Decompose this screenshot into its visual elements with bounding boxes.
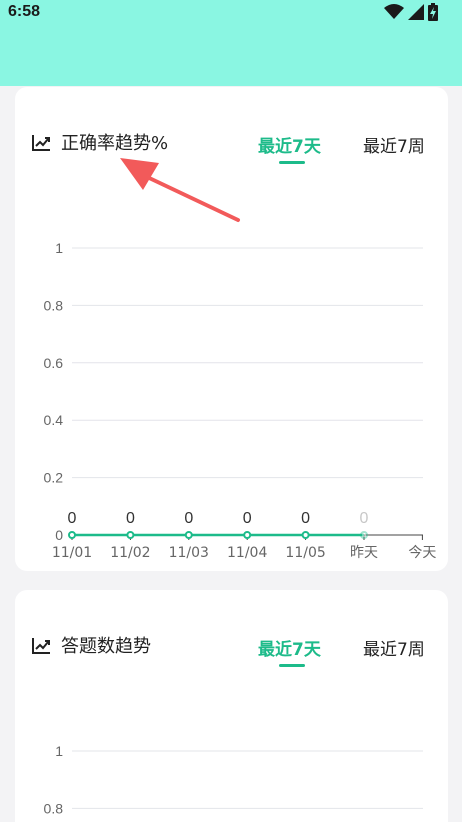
x-tick-label: 今天 [408, 545, 436, 561]
y-tick-label: 0.6 [44, 355, 64, 371]
x-tick-label: 11/04 [227, 545, 267, 561]
x-tick-label: 11/03 [169, 545, 209, 561]
data-label: 0 [126, 510, 135, 527]
y-tick-label: 0.8 [44, 297, 64, 313]
accuracy-trend-card: 正确率趋势% 最近7天 最近7周 0 0.2 0.4 0.6 0.8 1 11/01 11/0… [15, 87, 448, 571]
data-point [126, 531, 135, 539]
data-label: 0 [360, 510, 369, 527]
y-tick-label: 0 [55, 527, 63, 543]
x-tick-label: 昨天 [350, 545, 378, 561]
data-point [360, 531, 368, 539]
y-tick-label: 0.4 [44, 412, 64, 428]
data-point [68, 531, 76, 539]
answer-count-line-chart: 0.81 [44, 743, 423, 816]
data-label: 0 [184, 510, 193, 527]
data-label: 0 [68, 510, 77, 527]
x-tick-label: 11/02 [110, 545, 150, 561]
y-tick-label: 0.2 [44, 470, 64, 486]
data-point [243, 531, 252, 539]
data-point [301, 531, 310, 539]
data-label: 0 [243, 510, 252, 527]
status-time: 6:58 [8, 3, 41, 20]
x-tick-label: 11/05 [285, 545, 325, 561]
wifi-icon [384, 4, 404, 19]
battery-charging-icon [428, 3, 438, 21]
y-tick-label: 1 [55, 743, 63, 759]
answer-count-trend-card: 答题数趋势 最近7天 最近7周 0.8 1 [15, 590, 448, 822]
status-bar: 6:58 [0, 0, 462, 26]
x-tick-label: 11/01 [52, 545, 92, 561]
signal-icon [408, 4, 424, 20]
data-label: 0 [301, 510, 310, 527]
y-tick-label: 1 [55, 240, 63, 256]
data-point [184, 531, 193, 539]
accuracy-line-chart: 0 0.2 0.4 0.6 0.8 1 11/01 11/02 11/03 11/04 11/05 昨… [44, 240, 437, 561]
status-icons [384, 3, 438, 21]
y-tick-label: 0.8 [44, 800, 64, 816]
